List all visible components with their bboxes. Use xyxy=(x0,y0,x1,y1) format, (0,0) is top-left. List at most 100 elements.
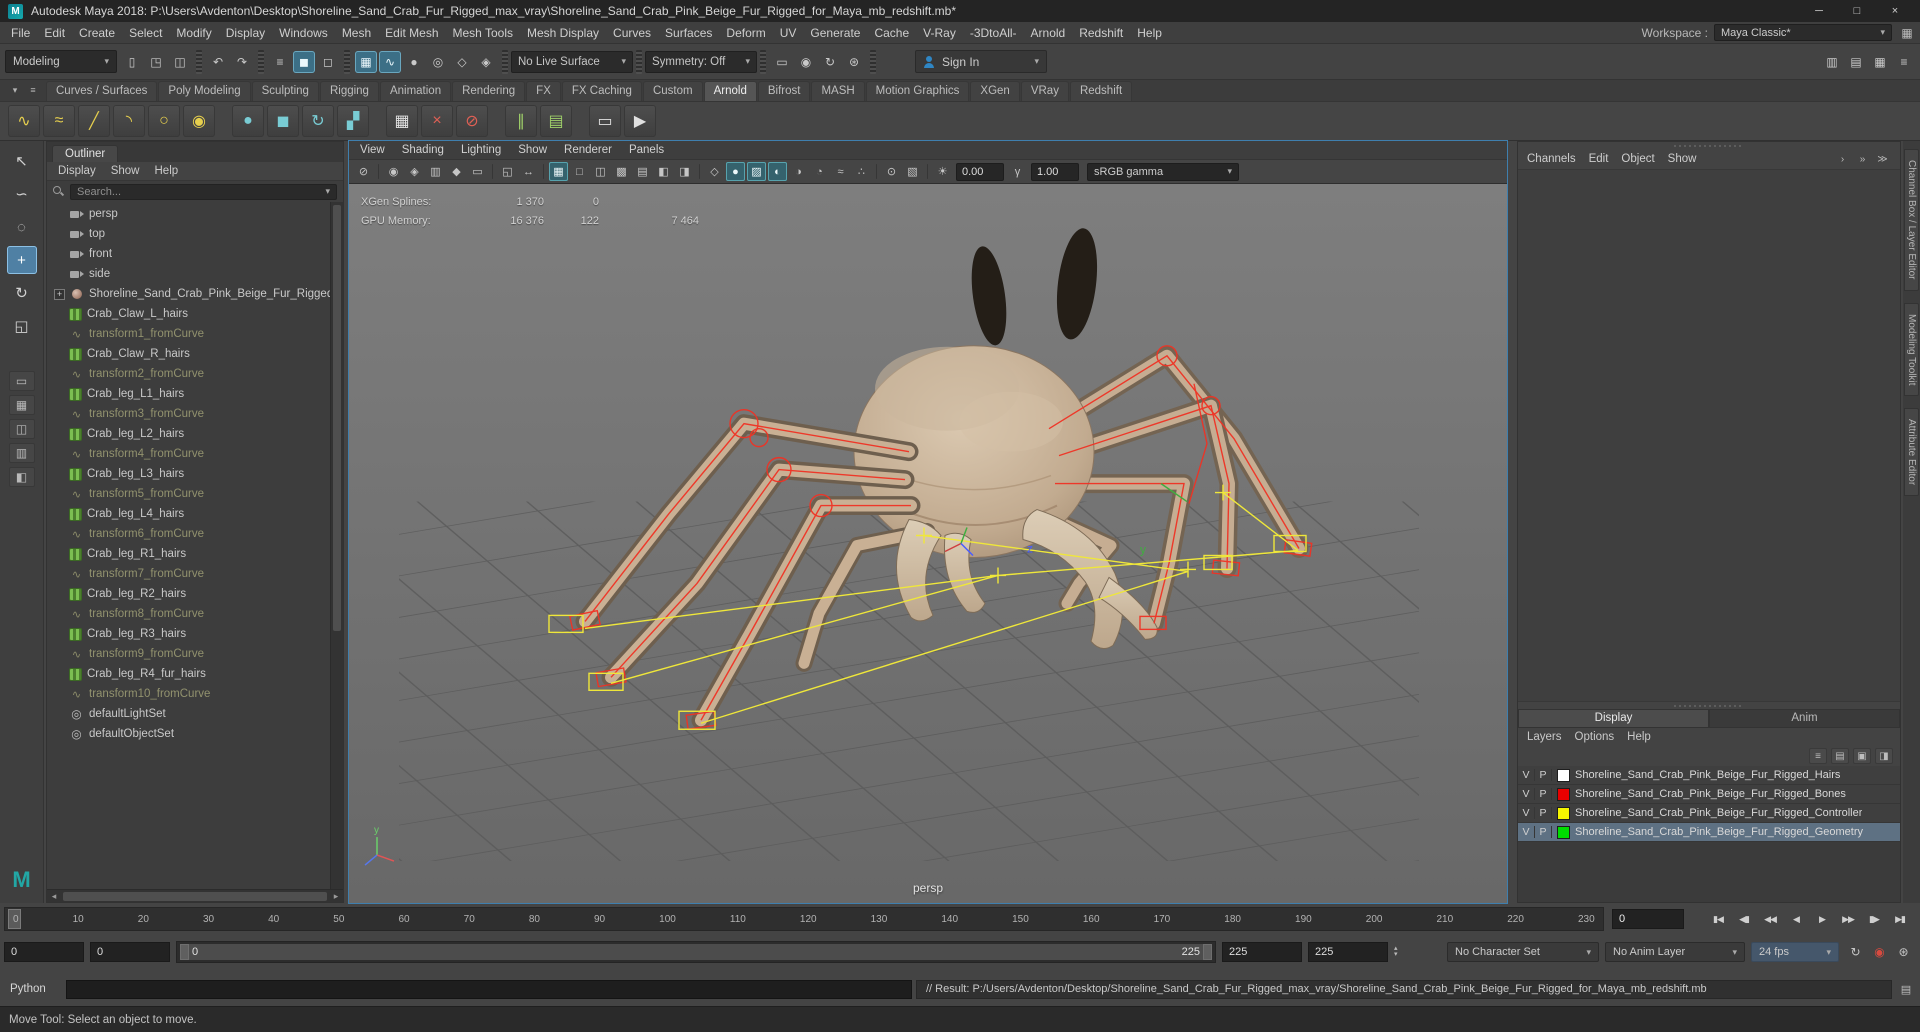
snap-grid-icon[interactable]: ▦ xyxy=(355,50,377,73)
outliner-item[interactable]: + transform2_fromCurve xyxy=(47,364,330,384)
shelf-tab[interactable]: Poly Modeling xyxy=(158,81,251,101)
screen-space-ao-icon[interactable]: ◔ xyxy=(810,162,829,181)
outliner-item[interactable]: + Shoreline_Sand_Crab_Pink_Beige_Fur_Rig… xyxy=(47,284,330,304)
layer-color-swatch[interactable] xyxy=(1557,825,1570,839)
channel-box-menu-item[interactable]: Show xyxy=(1668,153,1697,165)
textured-icon[interactable]: ▨ xyxy=(747,162,766,181)
undo-icon[interactable]: ↶ xyxy=(207,51,229,73)
side-panel-tab[interactable]: Attribute Editor xyxy=(1904,408,1919,497)
animation-end-field[interactable]: 225 xyxy=(1308,942,1388,962)
wireframe-icon[interactable]: ◇ xyxy=(705,162,724,181)
outliner-item[interactable]: + Crab_Claw_L_hairs xyxy=(47,304,330,324)
viewport-menu-item[interactable]: Show xyxy=(518,144,547,156)
play-forwards-button[interactable]: ▶ xyxy=(1810,908,1834,930)
xray-icon[interactable]: ▧ xyxy=(903,162,922,181)
open-scene-icon[interactable]: ◳ xyxy=(145,51,167,73)
layer-color-swatch[interactable] xyxy=(1557,768,1570,782)
playback-range-bar[interactable]: 0 225 xyxy=(180,944,1212,960)
gate-mask-icon[interactable]: ▩ xyxy=(612,162,631,181)
xgen-description-editor-icon[interactable]: ∥ xyxy=(505,105,537,137)
menu-item[interactable]: File xyxy=(4,24,37,42)
select-camera-icon[interactable]: ◉ xyxy=(384,162,403,181)
xgen-preview-icon[interactable]: ▤ xyxy=(540,105,572,137)
shelf-tab[interactable]: Arnold xyxy=(703,81,757,101)
use-all-lights-icon[interactable]: ◐ xyxy=(768,162,787,181)
shelf-tab[interactable]: Rendering xyxy=(452,81,526,101)
close-button[interactable]: × xyxy=(1878,2,1912,20)
shelf-menu-icon[interactable]: ≡ xyxy=(26,82,40,98)
field-chart-icon[interactable]: ▤ xyxy=(633,162,652,181)
viewport-menu-item[interactable]: Panels xyxy=(629,144,664,156)
panel-drag-handle[interactable] xyxy=(1518,142,1900,149)
live-surface-selector[interactable]: No Live Surface ▾ xyxy=(511,50,633,73)
menu-item[interactable]: Create xyxy=(72,24,122,42)
layer-visibility-toggle[interactable]: V xyxy=(1518,807,1535,819)
outliner-item[interactable]: + transform9_fromCurve xyxy=(47,644,330,664)
layer-playback-toggle[interactable]: P xyxy=(1535,807,1552,819)
new-scene-icon[interactable]: ▯ xyxy=(121,51,143,73)
layer-editor-menu-item[interactable]: Layers xyxy=(1527,731,1562,743)
rotate-tool[interactable]: ↻ xyxy=(7,279,37,307)
safe-action-icon[interactable]: ◧ xyxy=(654,162,673,181)
channel-box-menu-item[interactable]: Channels xyxy=(1527,153,1576,165)
xgen-clear-icon[interactable]: ⊘ xyxy=(456,105,488,137)
shelf-tab[interactable]: Animation xyxy=(379,81,452,101)
menu-item[interactable]: Windows xyxy=(272,24,335,42)
poly-helix-icon[interactable]: ↻ xyxy=(302,105,334,137)
layout-two-side-button[interactable]: ◫ xyxy=(8,419,35,439)
play-backwards-button[interactable]: ◀ xyxy=(1784,908,1808,930)
ep-curve-tool-icon[interactable]: ≈ xyxy=(43,105,75,137)
separator[interactable] xyxy=(378,164,379,179)
menu-set-selector[interactable]: Modeling ▾ xyxy=(5,50,117,73)
menu-item[interactable]: -3DtoAll- xyxy=(963,24,1024,42)
menu-item[interactable]: UV xyxy=(773,24,804,42)
render-view-icon[interactable]: ▭ xyxy=(771,51,793,73)
snap-point-icon[interactable]: ● xyxy=(403,51,425,73)
spinner-down-icon[interactable]: ▾ xyxy=(1394,951,1398,958)
step-back-key-button[interactable]: ◀◀ xyxy=(1758,908,1782,930)
separator[interactable] xyxy=(258,49,264,74)
camera-attributes-icon[interactable]: ▥ xyxy=(426,162,445,181)
display-layer-row[interactable]: V P Shoreline_Sand_Crab_Pink_Beige_Fur_R… xyxy=(1518,804,1900,823)
exposure-icon[interactable]: ☀ xyxy=(933,162,952,181)
outliner-item[interactable]: + side xyxy=(47,264,330,284)
separator[interactable] xyxy=(760,49,766,74)
layer-visibility-toggle[interactable]: V xyxy=(1518,769,1535,781)
menu-item[interactable]: Mesh xyxy=(335,24,378,42)
paint-select-tool[interactable]: ◌ xyxy=(7,213,37,241)
layer-editor-tab[interactable]: Display xyxy=(1518,709,1709,728)
shelf-tab[interactable]: XGen xyxy=(970,81,1020,101)
outliner-item[interactable]: + top xyxy=(47,224,330,244)
menu-item[interactable]: Surfaces xyxy=(658,24,719,42)
menu-item[interactable]: Edit Mesh xyxy=(378,24,445,42)
ipr-render-icon[interactable]: ↻ xyxy=(819,51,841,73)
manip-medium-icon[interactable]: » xyxy=(1854,152,1871,167)
separator[interactable] xyxy=(492,164,493,179)
shadows-icon[interactable]: ◑ xyxy=(789,162,808,181)
poly-stairs-icon[interactable]: ▞ xyxy=(337,105,369,137)
step-forward-key-button[interactable]: ▶▶ xyxy=(1836,908,1860,930)
viewport-menu-item[interactable]: Shading xyxy=(402,144,444,156)
panel-drag-handle[interactable] xyxy=(1518,702,1900,709)
selectability-icon[interactable]: ⊘ xyxy=(354,162,373,181)
separator[interactable] xyxy=(876,164,877,179)
poly-cube-icon[interactable]: ◼ xyxy=(267,105,299,137)
character-set-selector[interactable]: No Character Set ▾ xyxy=(1447,942,1599,962)
command-language-toggle[interactable]: Python xyxy=(4,983,62,995)
search-input[interactable]: Search... ▾ xyxy=(70,183,337,200)
menu-item[interactable]: Deform xyxy=(719,24,772,42)
outliner-vertical-scrollbar[interactable] xyxy=(330,202,343,889)
snap-view-plane-icon[interactable]: ◇ xyxy=(451,51,473,73)
fps-selector[interactable]: 24 fps ▾ xyxy=(1751,942,1839,962)
scroll-left-icon[interactable]: ◂ xyxy=(47,891,61,902)
outliner-item[interactable]: + Crab_Claw_R_hairs xyxy=(47,344,330,364)
workspace-menu-icon[interactable]: ≡ xyxy=(1893,51,1915,73)
resolution-gate-icon[interactable]: ◫ xyxy=(591,162,610,181)
safe-title-icon[interactable]: ◨ xyxy=(675,162,694,181)
arc-tool-icon[interactable]: ◝ xyxy=(113,105,145,137)
bezier-curve-tool-icon[interactable]: ╱ xyxy=(78,105,110,137)
multisample-icon[interactable]: ∴ xyxy=(852,162,871,181)
layout-two-stack-button[interactable]: ▥ xyxy=(8,443,35,463)
render-settings-icon[interactable]: ⊛ xyxy=(843,51,865,73)
channel-box-toggle-icon[interactable]: ▦ xyxy=(1869,51,1891,73)
